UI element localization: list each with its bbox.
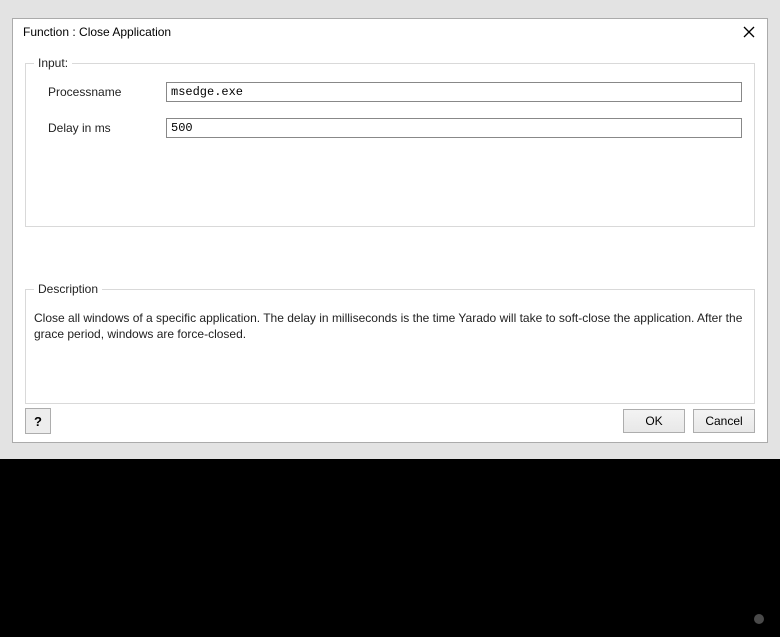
button-row: ? OK Cancel xyxy=(25,408,755,434)
cancel-button[interactable]: Cancel xyxy=(693,409,755,433)
dialog-title: Function : Close Application xyxy=(23,25,171,39)
ok-button[interactable]: OK xyxy=(623,409,685,433)
description-group-legend: Description xyxy=(34,282,102,296)
input-group: Input: Processname Delay in ms xyxy=(25,63,755,227)
delay-input[interactable] xyxy=(166,118,742,138)
processname-row: Processname xyxy=(26,82,754,102)
description-group: Description Close all windows of a speci… xyxy=(25,289,755,404)
processname-label: Processname xyxy=(26,85,166,99)
input-group-legend: Input: xyxy=(34,56,72,70)
decorative-dot xyxy=(754,614,764,624)
function-dialog: Function : Close Application Input: Proc… xyxy=(12,18,768,443)
delay-label: Delay in ms xyxy=(26,121,166,135)
help-button[interactable]: ? xyxy=(25,408,51,434)
titlebar: Function : Close Application xyxy=(13,19,767,45)
processname-input[interactable] xyxy=(166,82,742,102)
close-icon[interactable] xyxy=(739,22,759,42)
delay-row: Delay in ms xyxy=(26,118,754,138)
description-text: Close all windows of a specific applicat… xyxy=(34,310,746,342)
